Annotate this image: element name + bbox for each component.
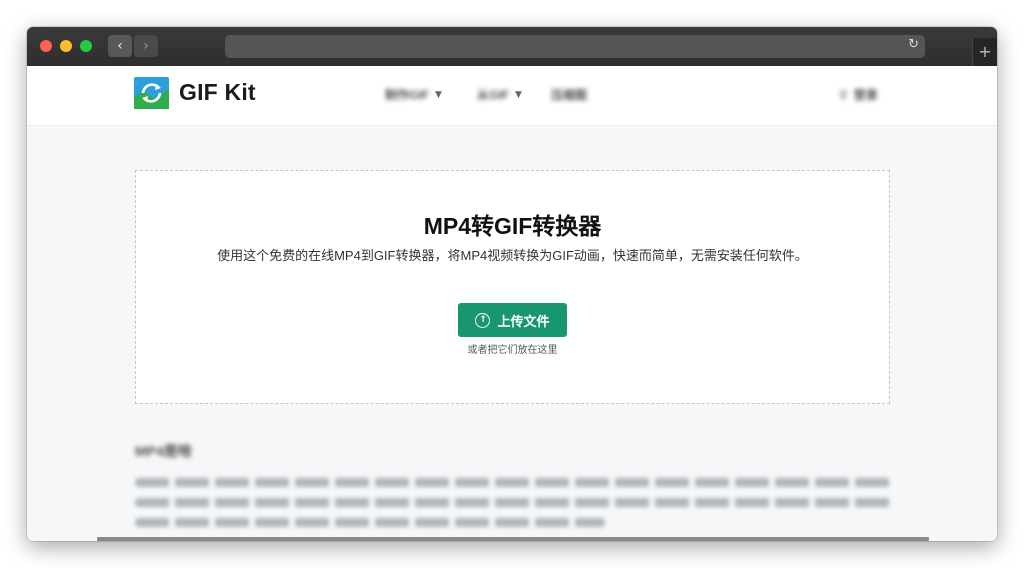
- nav-menu-label: 压缩图: [551, 88, 588, 102]
- chevron-down-icon: ▼: [515, 89, 522, 100]
- about-paragraph-line: [135, 518, 605, 527]
- about-paragraph-line: [135, 498, 891, 507]
- nav-menu-from-gif[interactable]: 从GIF ▼: [477, 86, 522, 103]
- upload-button-label: 上传文件: [497, 313, 550, 329]
- file-dropzone[interactable]: MP4转GIF转换器 使用这个免费的在线MP4到GIF转换器，将MP4视频转换为…: [135, 170, 890, 404]
- horizontal-scrollbar[interactable]: [97, 537, 929, 541]
- brand-name[interactable]: GIF Kit: [179, 79, 256, 106]
- new-tab-button[interactable]: +: [972, 38, 997, 66]
- nav-menu-label: 从GIF: [477, 88, 509, 102]
- reload-icon[interactable]: ↻: [908, 37, 919, 52]
- header-search-label: 登录: [853, 88, 878, 102]
- nav-menu-make-gif[interactable]: 制作GIF ▼: [385, 86, 442, 103]
- upload-icon: ↑: [475, 312, 491, 328]
- browser-window: ‹ › ↻ + GIF Kit 制作GIF ▼ 从GIF ▼ 压缩图 ⚲ 登录 …: [27, 27, 997, 541]
- search-icon: ⚲: [839, 87, 848, 102]
- forward-button[interactable]: ›: [134, 35, 158, 57]
- maximize-window-button[interactable]: [80, 40, 92, 52]
- page-title: MP4转GIF转换器: [423, 213, 602, 239]
- upload-file-button[interactable]: ↑ 上传文件: [458, 303, 567, 337]
- gif-kit-logo-icon[interactable]: [134, 77, 169, 109]
- site-header: GIF Kit 制作GIF ▼ 从GIF ▼ 压缩图 ⚲ 登录: [27, 66, 997, 125]
- close-window-button[interactable]: [40, 40, 52, 52]
- minimize-window-button[interactable]: [60, 40, 72, 52]
- nav-menu-compress[interactable]: 压缩图: [551, 86, 587, 103]
- about-section-title: MP4是啥: [135, 443, 192, 459]
- about-paragraph-line: [135, 478, 891, 487]
- nav-menu-label: 制作GIF: [385, 88, 429, 102]
- address-bar[interactable]: ↻: [225, 35, 925, 58]
- header-search[interactable]: ⚲ 登录: [839, 86, 878, 103]
- page-subtitle: 使用这个免费的在线MP4到GIF转换器，将MP4视频转换为GIF动画，快速而简单…: [217, 248, 808, 263]
- back-button[interactable]: ‹: [108, 35, 132, 57]
- page-content: GIF Kit 制作GIF ▼ 从GIF ▼ 压缩图 ⚲ 登录 MP4转GIF转…: [27, 66, 997, 541]
- browser-titlebar: ‹ › ↻ +: [27, 27, 997, 66]
- chevron-down-icon: ▼: [435, 89, 442, 100]
- drop-hint: 或者把它们放在这里: [467, 345, 558, 356]
